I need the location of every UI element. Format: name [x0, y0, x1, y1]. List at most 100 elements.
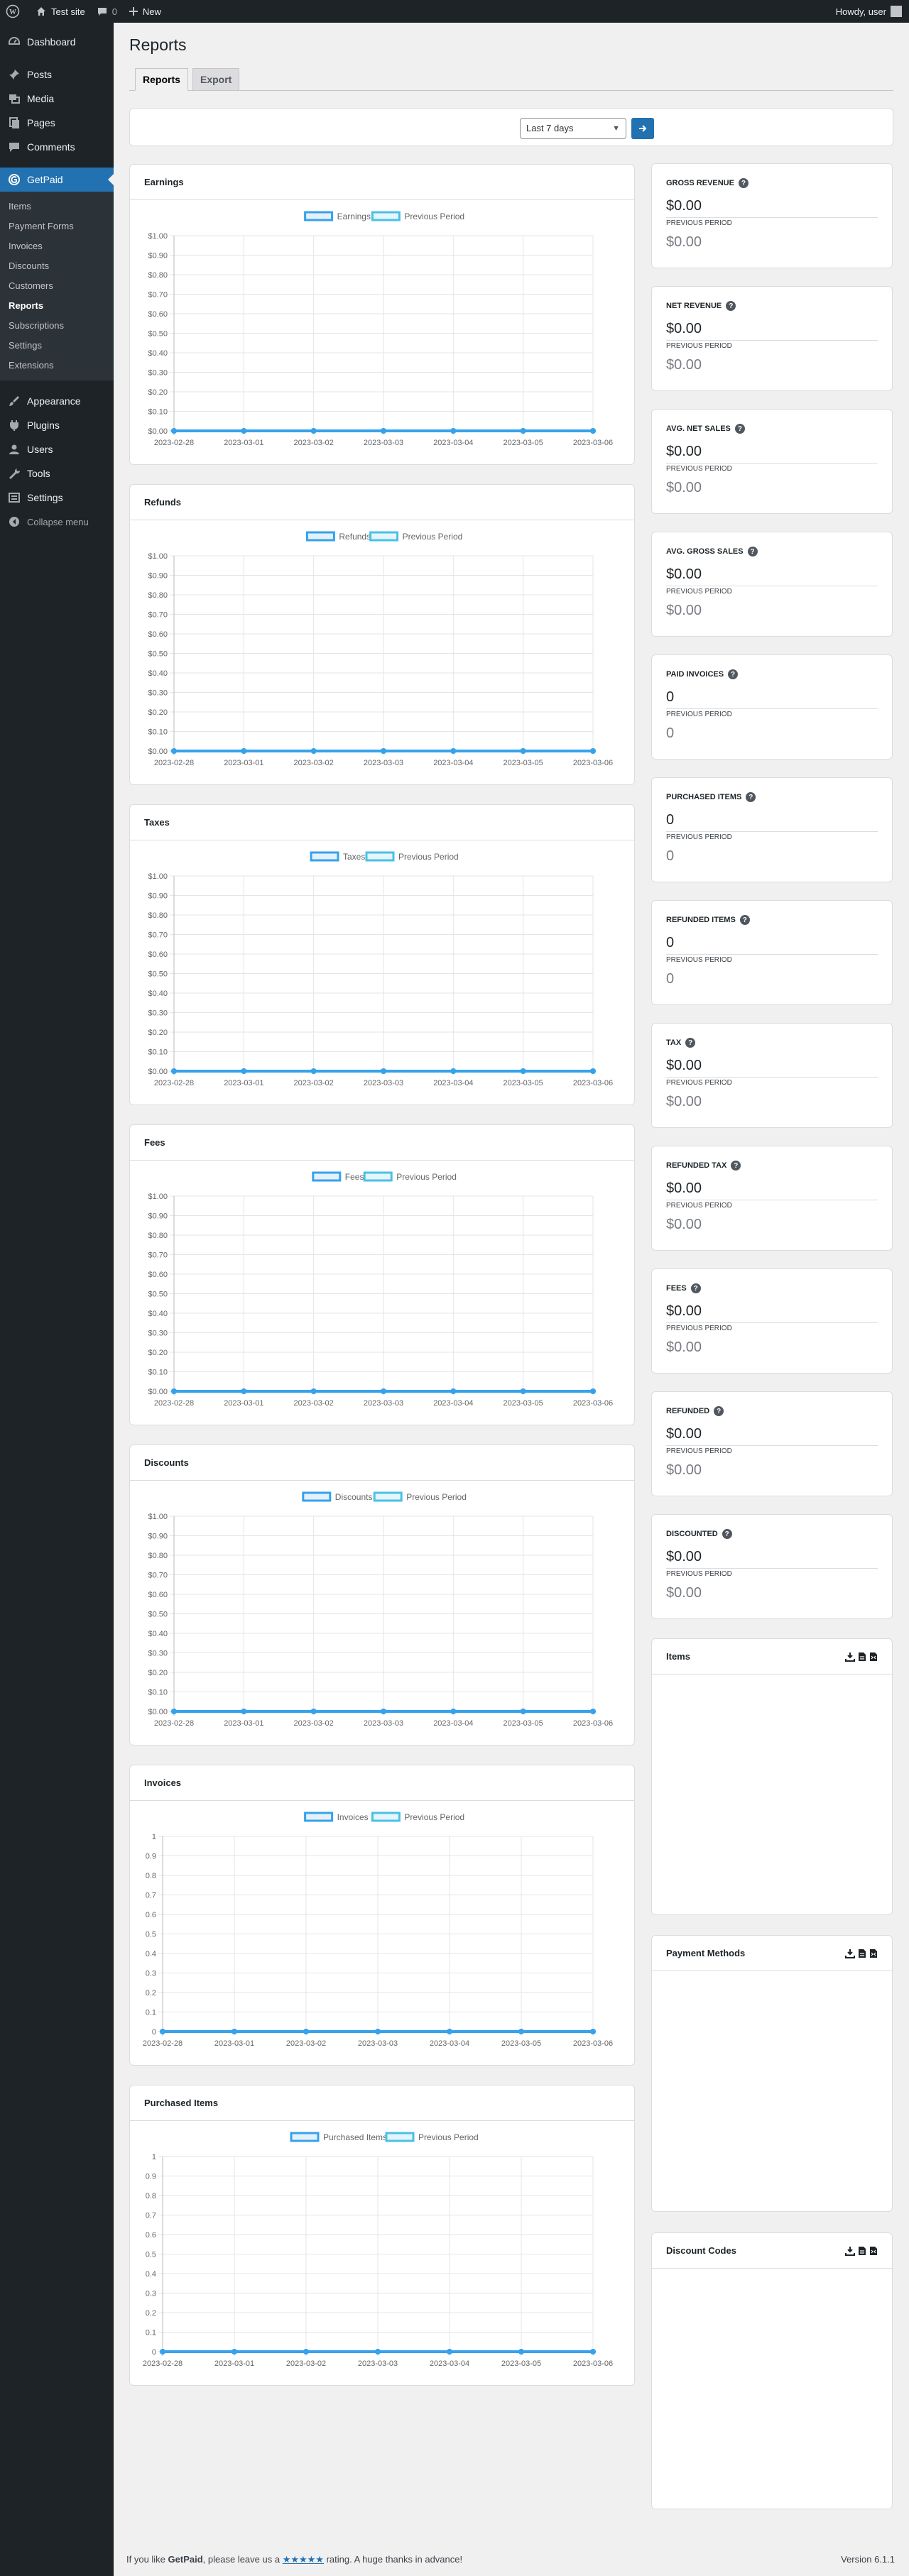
csv-file-icon[interactable]: [858, 2246, 866, 2256]
stat-title-text: Gross Revenue: [666, 179, 734, 187]
wordpress-logo-icon[interactable]: W: [0, 0, 30, 23]
x-tick-label: 2023-03-01: [224, 1399, 263, 1408]
submenu-item-invoices[interactable]: Invoices: [0, 236, 114, 256]
tab-reports[interactable]: Reports: [135, 68, 188, 91]
download-icon[interactable]: [845, 1652, 855, 1662]
my-account[interactable]: Howdy, user: [836, 6, 909, 17]
help-icon[interactable]: ?: [739, 915, 750, 925]
stat-title: Refunded Items?: [666, 915, 878, 925]
invoices-chart: Invoices Previous Period 0 0.1 0.2 0.3 0.4 0.5 0…: [143, 1812, 613, 2048]
xml-file-icon[interactable]: [869, 1652, 878, 1662]
xml-file-icon[interactable]: [869, 1949, 878, 1958]
comments-link[interactable]: 0: [91, 0, 123, 23]
previous-period-label: Previous Period: [666, 588, 732, 596]
download-icon[interactable]: [845, 2246, 855, 2256]
y-tick-label: 0.4: [146, 2270, 156, 2279]
submenu-item-subscriptions[interactable]: Subscriptions: [0, 316, 114, 336]
sidebar-item-getpaid[interactable]: GetPaid: [0, 168, 114, 192]
stat-title: Refunded Tax?: [666, 1161, 878, 1171]
brush-icon: [7, 394, 21, 408]
sidebar-item-appearance[interactable]: Appearance: [0, 389, 114, 413]
page-title: Reports: [129, 35, 187, 54]
submenu-item-customers[interactable]: Customers: [0, 276, 114, 296]
stat-title: Fees?: [666, 1283, 878, 1293]
tab-export[interactable]: Export: [192, 68, 240, 91]
stat-title-text: Discounted: [666, 1530, 718, 1538]
apply-range-button[interactable]: [631, 118, 654, 139]
data-point: [171, 748, 177, 754]
admin-footer: If you like GetPaid, please leave us a ★…: [126, 2554, 462, 2565]
stat-card: Refunded? $0.00 Previous Period $0.00: [651, 1391, 893, 1496]
y-tick-label: $0.80: [148, 911, 168, 920]
data-point: [450, 1709, 457, 1714]
submenu-item-settings[interactable]: Settings: [0, 336, 114, 356]
csv-file-icon[interactable]: [858, 1652, 866, 1662]
submenu-item-items[interactable]: Items: [0, 197, 114, 217]
data-point: [381, 748, 386, 754]
site-name: Test site: [51, 6, 85, 17]
sidebar-item-pages[interactable]: Pages: [0, 111, 114, 135]
help-icon[interactable]: ?: [747, 547, 758, 557]
submenu-item-extensions[interactable]: Extensions: [0, 356, 114, 376]
stat-title: Net Revenue?: [666, 301, 878, 311]
sidebar-item-tools[interactable]: Tools: [0, 461, 114, 486]
legend-item-previous-swatch: [371, 1812, 401, 1822]
download-icon[interactable]: [845, 1949, 855, 1958]
sidebar-item-label: Settings: [27, 492, 63, 503]
sidebar-item-posts[interactable]: Posts: [0, 62, 114, 87]
help-icon[interactable]: ?: [726, 301, 736, 311]
help-icon[interactable]: ?: [738, 178, 749, 188]
y-tick-label: $0.10: [148, 1369, 168, 1377]
chart-title: Refunds: [130, 485, 634, 520]
plug-icon: [7, 418, 21, 432]
help-icon[interactable]: ?: [746, 792, 756, 802]
y-tick-label: 0.5: [146, 2251, 156, 2259]
help-icon[interactable]: ?: [734, 424, 745, 434]
stat-title-text: Net Revenue: [666, 302, 722, 310]
sidebar-item-comments[interactable]: Comments: [0, 135, 114, 159]
data-point: [381, 1068, 386, 1074]
x-tick-label: 2023-03-02: [294, 1719, 334, 1728]
stat-value: $0.00: [666, 444, 878, 464]
xml-file-icon[interactable]: [869, 2246, 878, 2256]
y-tick-label: 0.7: [146, 2212, 156, 2220]
help-icon[interactable]: ?: [714, 1406, 724, 1416]
sidebar-item-users[interactable]: Users: [0, 437, 114, 461]
new-content-link[interactable]: New: [123, 0, 167, 23]
sidebar-item-settings[interactable]: Settings: [0, 486, 114, 510]
y-tick-label: $0.30: [148, 1650, 168, 1658]
legend-item-previous-label: Previous Period: [404, 1812, 464, 1822]
sidebar-item-label: Tools: [27, 468, 50, 479]
help-icon[interactable]: ?: [728, 669, 739, 679]
collapse-menu-button[interactable]: Collapse menu: [0, 510, 114, 534]
previous-period-label: Previous Period: [666, 1079, 732, 1087]
legend-item-current-swatch: [312, 1171, 342, 1182]
y-tick-label: $0.80: [148, 1232, 168, 1240]
data-point: [590, 2029, 596, 2034]
x-tick-label: 2023-03-02: [294, 1079, 334, 1087]
x-tick-label: 2023-03-06: [573, 1399, 613, 1408]
submenu-item-discounts[interactable]: Discounts: [0, 256, 114, 276]
csv-file-icon[interactable]: [858, 1949, 866, 1958]
rating-stars-link[interactable]: ★★★★★: [283, 2554, 324, 2565]
admin-bar: W Test site 0 New Howdy, user: [0, 0, 909, 23]
help-icon[interactable]: ?: [731, 1161, 741, 1171]
y-tick-label: 0: [152, 2028, 156, 2037]
data-point: [241, 748, 247, 754]
sidebar-item-label: Media: [27, 93, 55, 104]
help-icon[interactable]: ?: [690, 1283, 701, 1293]
date-range-select[interactable]: Last 7 days ▼: [520, 118, 626, 139]
site-name-link[interactable]: Test site: [30, 0, 91, 23]
previous-period-value: $0.00: [666, 1339, 702, 1355]
previous-period-label: Previous Period: [666, 956, 732, 964]
sidebar-item-dashboard[interactable]: Dashboard: [0, 30, 114, 54]
stat-card: Avg. Gross Sales? $0.00 Previous Period $0.…: [651, 532, 893, 637]
legend-item-previous-label: Previous Period: [406, 1492, 467, 1502]
sidebar-item-plugins[interactable]: Plugins: [0, 413, 114, 437]
help-icon[interactable]: ?: [685, 1038, 696, 1048]
submenu-item-reports[interactable]: Reports: [0, 296, 114, 316]
legend-item-previous-label: Previous Period: [398, 852, 459, 862]
sidebar-item-media[interactable]: Media: [0, 87, 114, 111]
submenu-item-payment-forms[interactable]: Payment Forms: [0, 217, 114, 236]
help-icon[interactable]: ?: [722, 1529, 732, 1539]
